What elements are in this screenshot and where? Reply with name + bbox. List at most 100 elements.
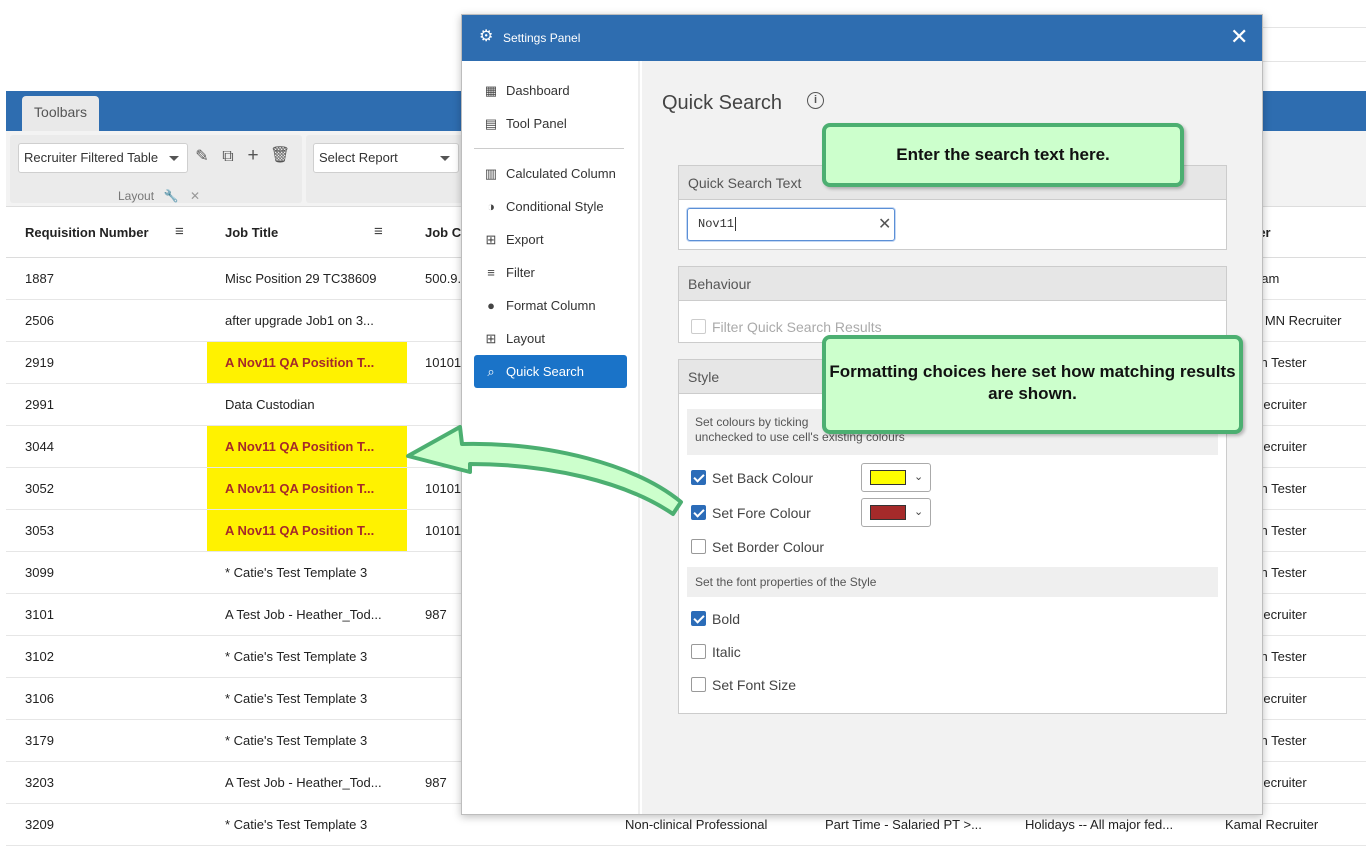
cell-recruiter: sh Tester bbox=[1254, 565, 1307, 580]
wrench-icon[interactable]: 🔧 bbox=[162, 187, 180, 205]
edit-icon[interactable]: ✎ bbox=[193, 148, 211, 166]
section-header: Behaviour bbox=[679, 267, 1226, 301]
cell-requisition-number: 3106 bbox=[25, 691, 54, 706]
clipboard-icon: ▤ bbox=[484, 116, 498, 131]
cell-requisition-number: 3052 bbox=[25, 481, 54, 496]
sidebar-divider bbox=[474, 148, 624, 149]
cell-job-title: * Catie's Test Template 3 bbox=[225, 817, 368, 832]
checkbox-label: Bold bbox=[712, 611, 741, 627]
sidebar-item-export[interactable]: ⊞ Export bbox=[474, 223, 627, 256]
checkbox-label: Italic bbox=[712, 644, 741, 660]
checkbox-icon bbox=[691, 319, 706, 334]
export-icon: ⊞ bbox=[485, 232, 497, 247]
report-select-value: Select Report bbox=[319, 150, 398, 165]
search-input[interactable]: Nov11 ✕ bbox=[687, 208, 895, 241]
checkbox-label: Set Back Colour bbox=[712, 470, 814, 486]
cell-recruiter: Recruiter bbox=[1254, 397, 1307, 412]
sidebar-item-tool-panel[interactable]: ▤ Tool Panel bbox=[474, 107, 627, 140]
cell-job-title: A Nov11 QA Position T... bbox=[207, 342, 407, 383]
cell-recruiter: Recruiter bbox=[1254, 775, 1307, 790]
cell-recruiter: sh Tester bbox=[1254, 649, 1307, 664]
cell-job-title: A Nov11 QA Position T... bbox=[207, 510, 407, 551]
cell-job-title: * Catie's Test Template 3 bbox=[225, 649, 368, 664]
cell-requisition-number: 2919 bbox=[25, 355, 54, 370]
sidebar-item-layout[interactable]: ⊞ Layout bbox=[474, 322, 627, 355]
add-icon[interactable]: + bbox=[244, 146, 262, 165]
cell-job-title: A Test Job - Heather_Tod... bbox=[225, 775, 382, 790]
contrast-icon: ◑ bbox=[487, 199, 495, 214]
column-menu-icon[interactable]: ≡ bbox=[374, 223, 383, 240]
checkbox-icon bbox=[691, 611, 706, 626]
pointer-arrow bbox=[406, 425, 683, 516]
cell-recruiter: Recruiter bbox=[1254, 691, 1307, 706]
sidebar-item-calculated-column[interactable]: ▥ Calculated Column bbox=[474, 157, 627, 190]
fore-colour-picker[interactable]: ⌄ bbox=[861, 498, 931, 527]
cell-recruiter: n MN Recruiter bbox=[1254, 313, 1342, 328]
behaviour-section: Behaviour Filter Quick Search Results bbox=[678, 266, 1227, 343]
column-menu-icon[interactable]: ≡ bbox=[175, 223, 184, 240]
cell-requisition-number: 3179 bbox=[25, 733, 54, 748]
checkbox-label: Set Font Size bbox=[712, 677, 797, 693]
delete-icon[interactable]: 🗑 bbox=[270, 147, 290, 165]
search-input-value: Nov11 bbox=[698, 217, 735, 231]
sidebar-item-label: Format Column bbox=[506, 298, 596, 313]
cell-job-title: Data Custodian bbox=[225, 397, 315, 412]
cell-recruiter: sh Tester bbox=[1254, 733, 1307, 748]
settings-panel-header: ⚙ Settings Panel ✕ bbox=[462, 15, 1262, 61]
cell-requisition-number: 3209 bbox=[25, 817, 54, 832]
chevron-down-icon bbox=[169, 156, 179, 161]
tab-toolbars[interactable]: Toolbars bbox=[22, 96, 99, 131]
dashboard-icon: ▦ bbox=[484, 83, 498, 98]
cell-requisition-number: 2991 bbox=[25, 397, 54, 412]
filter-icon: ≡ bbox=[487, 265, 495, 280]
sidebar-item-label: Conditional Style bbox=[506, 199, 604, 214]
cell-job-title: * Catie's Test Template 3 bbox=[225, 733, 368, 748]
callout-search-text: Enter the search text here. bbox=[822, 123, 1184, 187]
fore-colour-swatch bbox=[870, 505, 906, 520]
chevron-down-icon: ⌄ bbox=[914, 506, 924, 518]
grid-icon: ⊞ bbox=[485, 331, 497, 346]
checkbox-label: Set Border Colour bbox=[712, 539, 825, 555]
sidebar-item-format-column[interactable]: ● Format Column bbox=[474, 289, 627, 322]
sidebar-item-dashboard[interactable]: ▦ Dashboard bbox=[474, 74, 627, 107]
cell-requisition-number: 3053 bbox=[25, 523, 54, 538]
cell-requisition-number: 3101 bbox=[25, 607, 54, 622]
sidebar-item-label: Calculated Column bbox=[506, 166, 616, 181]
checkbox-icon bbox=[691, 505, 706, 520]
sidebar-item-label: Tool Panel bbox=[506, 116, 567, 131]
cell-job-title: A Test Job - Heather_Tod... bbox=[225, 607, 382, 622]
gear-icon: ⚙ bbox=[479, 28, 494, 45]
top-right-bar-2 bbox=[1262, 28, 1366, 62]
cell-recruiter: Recruiter bbox=[1254, 607, 1307, 622]
chevron-down-icon: ⌄ bbox=[914, 471, 924, 483]
font-note: Set the font properties of the Style bbox=[687, 567, 1218, 597]
sidebar-item-label: Export bbox=[506, 232, 544, 247]
layout-select[interactable]: Recruiter Filtered Table bbox=[18, 143, 188, 173]
clear-icon[interactable]: ✕ bbox=[878, 209, 891, 240]
cell-requisition-number: 3102 bbox=[25, 649, 54, 664]
sidebar-item-label: Filter bbox=[506, 265, 535, 280]
sidebar-item-filter[interactable]: ≡ Filter bbox=[474, 256, 627, 289]
header-requisition-number[interactable]: Requisition Number bbox=[25, 225, 149, 240]
header-job-title[interactable]: Job Title bbox=[225, 225, 278, 240]
sidebar-item-conditional-style[interactable]: ◑ Conditional Style bbox=[474, 190, 627, 223]
cell-recruiter: Lam bbox=[1254, 271, 1280, 286]
cell-job-title: * Catie's Test Template 3 bbox=[225, 691, 368, 706]
calculator-icon: ▥ bbox=[484, 166, 498, 181]
page-title: Quick Search bbox=[662, 92, 783, 114]
layout-toolbar-group: Recruiter Filtered Table ✎ ⧉ + 🗑 Layout … bbox=[10, 135, 302, 203]
report-select[interactable]: Select Report bbox=[313, 143, 459, 173]
checkbox-icon bbox=[691, 539, 706, 554]
palette-icon: ● bbox=[487, 298, 495, 313]
back-colour-picker[interactable]: ⌄ bbox=[861, 463, 931, 492]
cell-requisition-number: 3203 bbox=[25, 775, 54, 790]
sidebar-item-quick-search[interactable]: ⌕ Quick Search bbox=[474, 355, 627, 388]
sidebar-item-label: Layout bbox=[506, 331, 546, 346]
info-icon[interactable]: i bbox=[807, 92, 824, 109]
close-icon[interactable]: ✕ bbox=[1230, 26, 1248, 48]
copy-icon[interactable]: ⧉ bbox=[219, 148, 237, 166]
checkbox-label: Set Fore Colour bbox=[712, 505, 811, 521]
search-icon: ⌕ bbox=[487, 364, 495, 379]
close-icon[interactable]: ✕ bbox=[186, 187, 204, 205]
layout-select-value: Recruiter Filtered Table bbox=[24, 150, 159, 165]
